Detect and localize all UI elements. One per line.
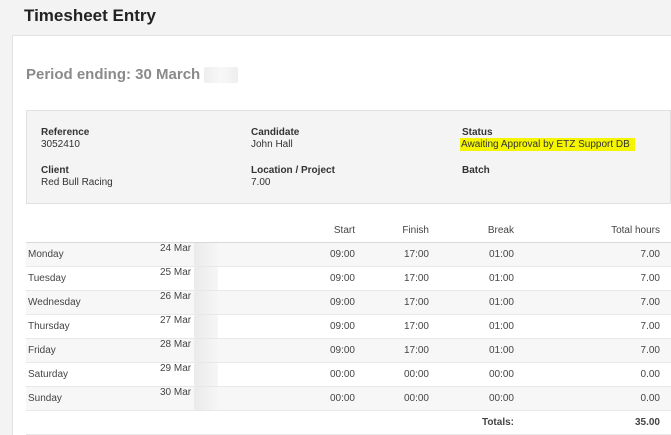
row-finish: 00:00 <box>355 386 429 411</box>
redacted-year <box>194 291 219 314</box>
table-row: Thursday 27 Mar 09:00 17:00 01:00 7.00 <box>26 314 671 339</box>
batch-label: Batch <box>462 165 490 176</box>
reference-value: 3052410 <box>41 139 80 150</box>
client-label: Client <box>41 165 69 176</box>
redacted-year <box>194 315 219 338</box>
period-heading: Period ending: 30 March <box>26 66 239 84</box>
row-finish: 17:00 <box>355 242 429 267</box>
location-value: 7.00 <box>251 177 271 188</box>
row-day: Monday <box>26 242 160 267</box>
client-value: Red Bull Racing <box>41 177 113 188</box>
row-day: Thursday <box>26 314 160 339</box>
row-start: 09:00 <box>262 242 355 267</box>
table-row: Monday 24 Mar 09:00 17:00 01:00 7.00 <box>26 242 671 267</box>
row-break: 00:00 <box>429 362 514 387</box>
col-header-total: Total hours <box>514 218 671 243</box>
location-block: Location / Project 7.00 <box>251 165 335 189</box>
table-row: Friday 28 Mar 09:00 17:00 01:00 7.00 <box>26 338 671 363</box>
page-title: Timesheet Entry <box>24 6 156 25</box>
redacted-year <box>194 387 219 410</box>
reference-block: Reference 3052410 <box>41 127 89 151</box>
row-start: 09:00 <box>262 266 355 291</box>
row-break: 01:00 <box>429 242 514 267</box>
totals-label: Totals: <box>429 410 514 435</box>
table-row: Tuesday 25 Mar 09:00 17:00 01:00 7.00 <box>26 266 671 291</box>
row-total: 0.00 <box>514 386 671 411</box>
row-start: 09:00 <box>262 314 355 339</box>
row-date: 26 Mar <box>160 291 192 302</box>
totals-value: 35.00 <box>514 410 671 435</box>
row-break: 01:00 <box>429 314 514 339</box>
row-finish: 17:00 <box>355 266 429 291</box>
col-header-date <box>160 218 262 243</box>
candidate-block: Candidate John Hall <box>251 127 299 151</box>
row-finish: 00:00 <box>355 362 429 387</box>
totals-row: Totals: 35.00 <box>26 410 671 435</box>
row-total: 0.00 <box>514 362 671 387</box>
row-start: 00:00 <box>262 386 355 411</box>
location-label: Location / Project <box>251 165 335 176</box>
redacted-year <box>194 267 219 290</box>
row-date: 28 Mar <box>160 339 192 350</box>
col-header-start: Start <box>262 218 355 243</box>
row-total: 7.00 <box>514 314 671 339</box>
row-day: Saturday <box>26 362 160 387</box>
row-break: 01:00 <box>429 266 514 291</box>
row-date: 30 Mar <box>160 387 192 398</box>
row-start: 00:00 <box>262 362 355 387</box>
row-date-cell: 25 Mar <box>160 266 262 291</box>
row-day: Wednesday <box>26 290 160 315</box>
row-day: Tuesday <box>26 266 160 291</box>
redacted-year <box>194 243 219 266</box>
col-header-finish: Finish <box>355 218 429 243</box>
row-start: 09:00 <box>262 290 355 315</box>
timesheet-info-box: Reference 3052410 Candidate John Hall St… <box>26 110 671 204</box>
timesheet-table: Start Finish Break Total hours Monday 24… <box>26 218 671 435</box>
row-date-cell: 24 Mar <box>160 242 262 267</box>
col-header-day <box>26 218 160 243</box>
client-block: Client Red Bull Racing <box>41 165 113 189</box>
col-header-break: Break <box>429 218 514 243</box>
row-day: Friday <box>26 338 160 363</box>
status-value: Awaiting Approval by ETZ Support DB <box>460 138 635 151</box>
row-finish: 17:00 <box>355 314 429 339</box>
redacted-year <box>194 363 219 386</box>
candidate-label: Candidate <box>251 127 300 138</box>
row-date: 24 Mar <box>160 243 192 254</box>
row-break: 01:00 <box>429 290 514 315</box>
row-finish: 17:00 <box>355 290 429 315</box>
period-label: Period ending: 30 March <box>26 66 201 83</box>
row-date-cell: 28 Mar <box>160 338 262 363</box>
candidate-value: John Hall <box>251 139 293 150</box>
table-header-row: Start Finish Break Total hours <box>26 218 671 243</box>
row-total: 7.00 <box>514 242 671 267</box>
batch-block: Batch <box>462 165 490 177</box>
row-break: 00:00 <box>429 386 514 411</box>
row-date-cell: 30 Mar <box>160 386 262 411</box>
row-date-cell: 29 Mar <box>160 362 262 387</box>
table-row: Wednesday 26 Mar 09:00 17:00 01:00 7.00 <box>26 290 671 315</box>
row-date: 27 Mar <box>160 315 192 326</box>
row-date-cell: 27 Mar <box>160 314 262 339</box>
status-block: Status Awaiting Approval by ETZ Support … <box>460 127 635 151</box>
row-date: 29 Mar <box>160 363 192 374</box>
row-total: 7.00 <box>514 338 671 363</box>
row-start: 09:00 <box>262 338 355 363</box>
page-header: Timesheet Entry <box>0 0 671 34</box>
timesheet-panel: Period ending: 30 March Reference 305241… <box>12 35 671 435</box>
redacted-year <box>194 339 219 362</box>
row-finish: 17:00 <box>355 338 429 363</box>
row-total: 7.00 <box>514 290 671 315</box>
table-row: Sunday 30 Mar 00:00 00:00 00:00 0.00 <box>26 386 671 411</box>
row-total: 7.00 <box>514 266 671 291</box>
row-date-cell: 26 Mar <box>160 290 262 315</box>
table-row: Saturday 29 Mar 00:00 00:00 00:00 0.00 <box>26 362 671 387</box>
row-date: 25 Mar <box>160 267 192 278</box>
row-break: 01:00 <box>429 338 514 363</box>
reference-label: Reference <box>41 127 90 138</box>
row-day: Sunday <box>26 386 160 411</box>
redacted-year <box>204 67 239 84</box>
